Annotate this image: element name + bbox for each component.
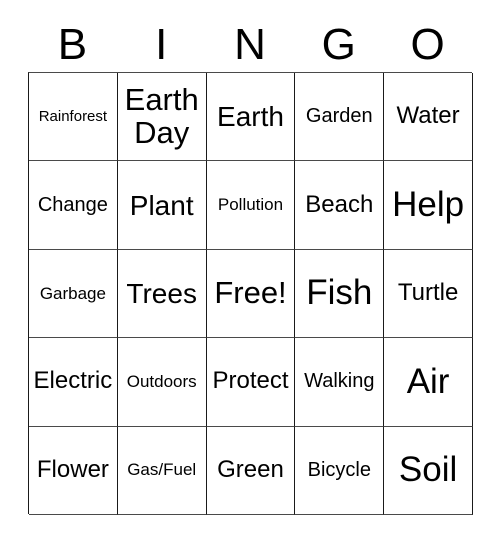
bingo-row: Change Plant Pollution Beach Help — [29, 161, 473, 250]
bingo-header-letter-n: N — [234, 20, 266, 69]
bingo-cell-label: Beach — [305, 190, 374, 218]
bingo-cell-label: Water — [396, 102, 460, 130]
bingo-cell-n1[interactable]: Earth — [206, 73, 296, 162]
bingo-cell-b3[interactable]: Garbage — [29, 249, 118, 339]
bingo-header-letter-g: G — [321, 20, 356, 69]
bingo-cell-label: Bicycle — [307, 458, 371, 481]
bingo-cell-o3[interactable]: Turtle — [384, 249, 473, 339]
bingo-cell-label: Electric — [33, 367, 113, 395]
bingo-cell-label: Soil — [398, 450, 458, 490]
bingo-cell-i4[interactable]: Outdoors — [117, 338, 207, 427]
bingo-cell-i2[interactable]: Plant — [117, 161, 207, 250]
bingo-cell-label: Earth — [217, 101, 284, 133]
bingo-row: Garbage Trees Free! Fish Turtle — [29, 249, 473, 339]
bingo-header-row: B I N G O — [28, 18, 472, 72]
bingo-cell-label: Change — [37, 193, 108, 216]
bingo-cell-label: Green — [217, 455, 284, 483]
bingo-cell-label: Flower — [36, 455, 109, 483]
bingo-cell-b4[interactable]: Electric — [29, 338, 118, 427]
bingo-cell-g1[interactable]: Garden — [295, 73, 385, 162]
bingo-cell-o2[interactable]: Help — [384, 161, 473, 250]
bingo-free-space-label: Free! — [214, 275, 287, 311]
bingo-cell-label: Fish — [306, 273, 373, 313]
bingo-row: Flower Gas/Fuel Green Bicycle Soil — [29, 426, 473, 515]
bingo-row: Rainforest Earth Day Earth Garden Water — [29, 73, 473, 162]
bingo-cell-i3[interactable]: Trees — [117, 249, 207, 339]
bingo-cell-label: Trees — [126, 277, 197, 309]
bingo-row: Electric Outdoors Protect Walking Air — [29, 338, 473, 427]
bingo-header-letter-o: O — [410, 20, 445, 69]
bingo-cell-label: Gas/Fuel — [127, 460, 197, 480]
bingo-cell-b2[interactable]: Change — [29, 161, 118, 250]
bingo-cell-label: Walking — [304, 370, 375, 393]
bingo-cell-label: Garbage — [39, 283, 106, 303]
bingo-cell-label: Turtle — [397, 279, 459, 306]
bingo-cell-n4[interactable]: Protect — [206, 338, 296, 427]
bingo-cell-label: Garden — [305, 105, 373, 128]
bingo-cell-label: Protect — [212, 367, 289, 395]
bingo-cell-g5[interactable]: Bicycle — [295, 426, 385, 515]
bingo-cell-free-space[interactable]: Free! — [206, 249, 296, 339]
bingo-cell-label: Earth Day — [124, 82, 199, 150]
bingo-cell-label: Help — [392, 184, 465, 224]
bingo-cell-i5[interactable]: Gas/Fuel — [117, 426, 207, 515]
bingo-cell-o5[interactable]: Soil — [384, 426, 473, 515]
bingo-cell-o4[interactable]: Air — [384, 338, 473, 427]
bingo-header-letter-i: I — [155, 20, 168, 69]
bingo-cell-o1[interactable]: Water — [384, 73, 473, 162]
bingo-cell-g3[interactable]: Fish — [295, 249, 385, 339]
bingo-header-letter-b: B — [57, 20, 88, 69]
bingo-cell-b1[interactable]: Rainforest — [29, 73, 118, 162]
bingo-cell-label: Air — [406, 361, 450, 401]
bingo-cell-label: Outdoors — [126, 372, 197, 392]
bingo-cell-label: Pollution — [217, 195, 284, 215]
bingo-cell-g4[interactable]: Walking — [295, 338, 385, 427]
bingo-grid: Rainforest Earth Day Earth Garden Water … — [28, 72, 473, 515]
bingo-cell-n5[interactable]: Green — [206, 426, 296, 515]
bingo-cell-g2[interactable]: Beach — [295, 161, 385, 250]
bingo-cell-label: Plant — [129, 189, 194, 221]
bingo-cell-label: Rainforest — [38, 107, 108, 125]
bingo-cell-i1[interactable]: Earth Day — [117, 73, 207, 162]
bingo-card: B I N G O Rainforest Earth Day Earth Gar… — [0, 0, 500, 544]
bingo-cell-b5[interactable]: Flower — [29, 426, 118, 515]
bingo-cell-n2[interactable]: Pollution — [206, 161, 296, 250]
